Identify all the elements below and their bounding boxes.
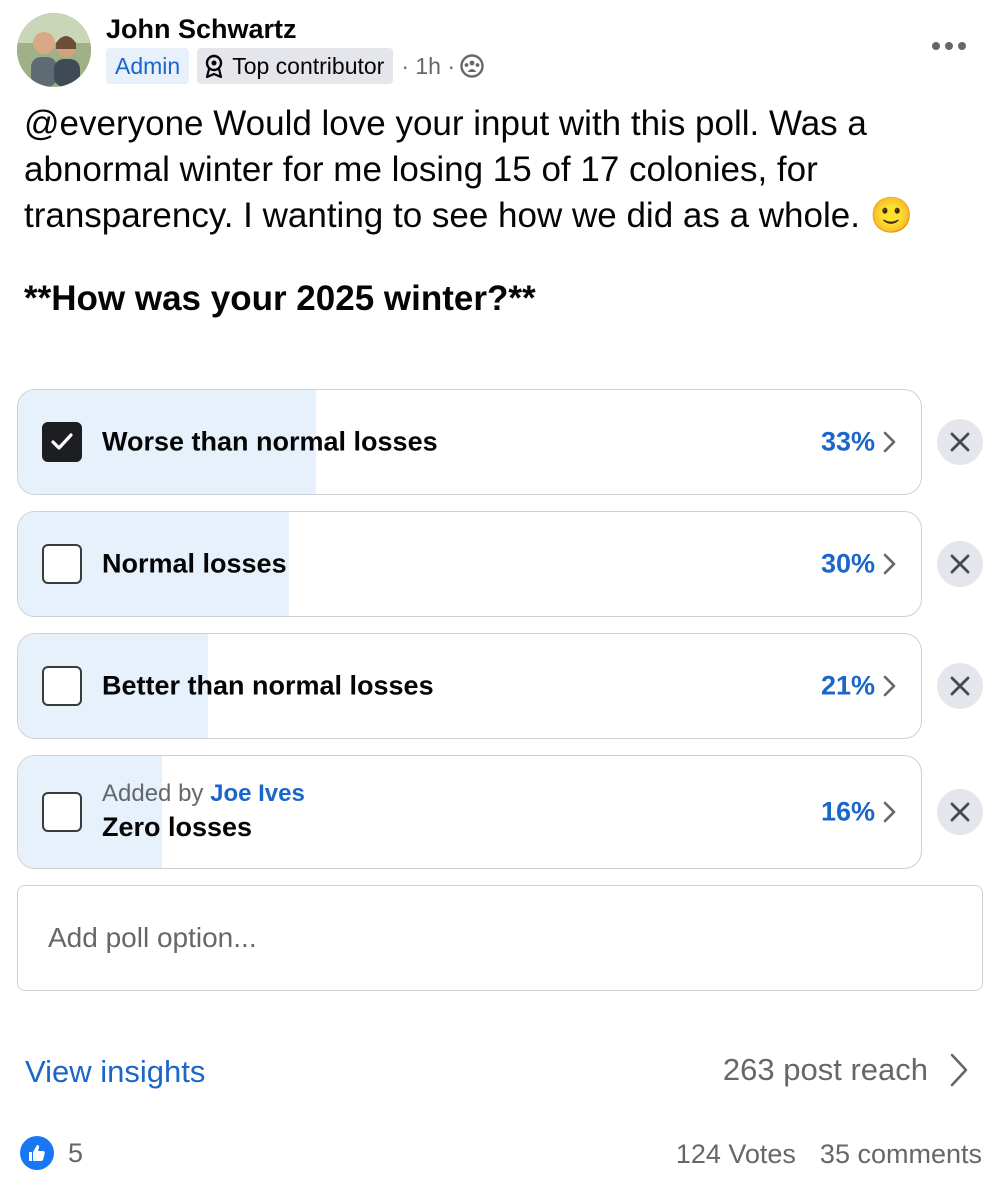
top-contributor-label: Top contributor — [232, 52, 385, 79]
poll-checkbox[interactable] — [42, 792, 82, 832]
close-icon — [950, 432, 970, 452]
added-by-text: Added by Joe Ives — [102, 780, 305, 808]
close-icon — [950, 802, 970, 822]
more-options-icon[interactable] — [932, 30, 966, 62]
add-poll-option-input[interactable] — [17, 885, 983, 991]
group-audience-icon — [460, 54, 484, 78]
poll-option[interactable]: Better than normal losses 21% — [17, 633, 922, 739]
chevron-right-icon[interactable] — [879, 552, 899, 576]
checkmark-icon — [51, 433, 73, 450]
remove-option-button[interactable] — [937, 789, 983, 835]
like-count: 5 — [68, 1137, 84, 1168]
close-icon — [950, 676, 970, 696]
poll-checkbox[interactable] — [42, 422, 82, 462]
author-name[interactable]: John Schwartz — [106, 14, 297, 45]
poll-option-label: Zero losses — [102, 812, 253, 842]
admin-badge[interactable]: Admin — [106, 48, 190, 84]
poll-option[interactable]: Added by Joe Ives Zero losses 16% — [17, 755, 922, 869]
poll-option-label: Better than normal losses — [102, 670, 434, 701]
poll-option-percent[interactable]: 30% — [821, 549, 875, 580]
poll-option-label: Worse than normal losses — [102, 426, 438, 457]
reactions-summary[interactable]: 5 — [20, 1136, 83, 1170]
like-icon — [20, 1136, 54, 1170]
poll-option[interactable]: Worse than normal losses 33% — [17, 389, 922, 495]
poll-option-label: Normal losses — [102, 548, 287, 579]
remove-option-button[interactable] — [937, 663, 983, 709]
view-insights-link[interactable]: View insights — [25, 1054, 205, 1090]
poll-option-percent[interactable]: 21% — [821, 671, 875, 702]
post-meta: Admin Top contributor · 1h · — [106, 48, 485, 84]
poll-option[interactable]: Normal losses 30% — [17, 511, 922, 617]
post-reach-link[interactable]: 263 post reach — [723, 1052, 970, 1088]
top-contributor-badge[interactable]: Top contributor — [197, 48, 394, 84]
author-avatar[interactable] — [17, 13, 91, 87]
remove-option-button[interactable] — [937, 419, 983, 465]
poll-option-percent[interactable]: 33% — [821, 427, 875, 458]
added-by-prefix: Added by — [102, 780, 204, 807]
chevron-right-icon[interactable] — [879, 800, 899, 824]
chevron-right-icon — [950, 1053, 968, 1087]
comments-count[interactable]: 35 comments — [820, 1139, 982, 1170]
poll-checkbox[interactable] — [42, 544, 82, 584]
remove-option-button[interactable] — [937, 541, 983, 587]
post-time[interactable]: · 1h · — [401, 53, 455, 80]
poll-option-percent[interactable]: 16% — [821, 797, 875, 828]
poll-question: **How was your 2025 winter?** — [24, 279, 536, 318]
post-text: @everyone Would love your input with thi… — [24, 104, 914, 235]
post-reach-text: 263 post reach — [722, 1052, 928, 1087]
close-icon — [950, 554, 970, 574]
award-icon — [206, 54, 223, 78]
avatar-photo — [17, 13, 91, 87]
votes-count[interactable]: 124 Votes — [676, 1139, 796, 1170]
added-by-name-link[interactable]: Joe Ives — [210, 780, 305, 807]
poll-checkbox[interactable] — [42, 666, 82, 706]
chevron-right-icon[interactable] — [879, 674, 899, 698]
chevron-right-icon[interactable] — [879, 430, 899, 454]
